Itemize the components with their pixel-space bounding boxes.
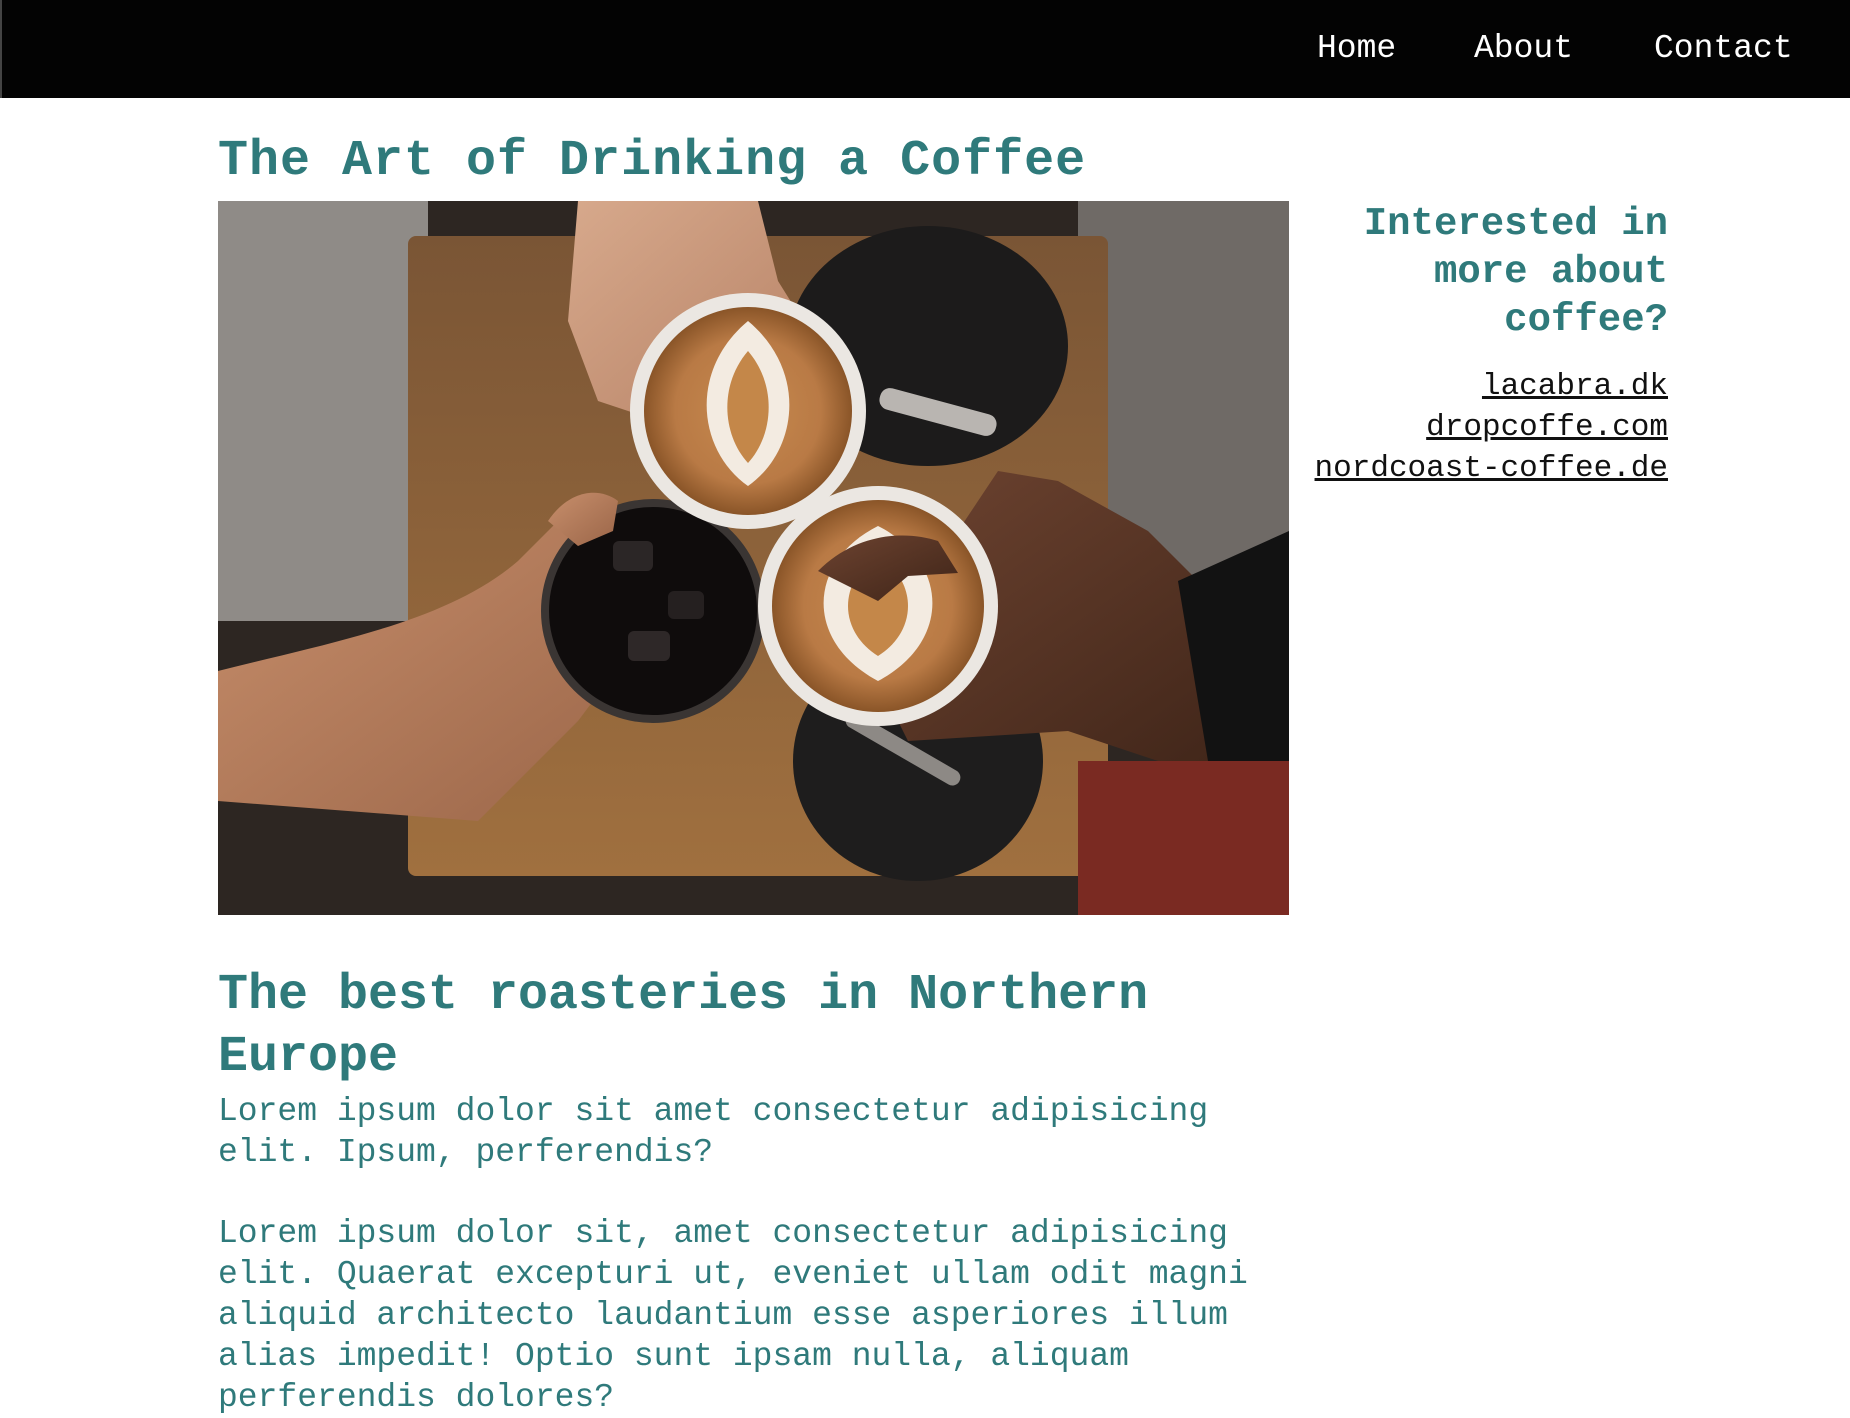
section-title: The best roasteries in Northern Europe: [218, 967, 1149, 1086]
coffee-cheers-illustration: [218, 201, 1289, 915]
sidebar-heading: Interested in more about coffee?: [1363, 202, 1668, 342]
nav-link-about[interactable]: About: [1474, 26, 1573, 72]
nav-link-contact[interactable]: Contact: [1654, 26, 1793, 72]
sidebar-link-nordcoast[interactable]: nordcoast-coffee.de: [1290, 448, 1668, 489]
sidebar-link-lacabra[interactable]: lacabra.dk: [1290, 366, 1668, 407]
sidebar: Interested in more about coffee? lacabra…: [1290, 200, 1668, 489]
page-title: The Art of Drinking a Coffee: [218, 133, 1087, 190]
top-navbar: Home About Contact: [0, 0, 1850, 98]
intro-paragraph: Lorem ipsum dolor sit amet consectetur a…: [218, 1093, 1209, 1171]
nav-link-home[interactable]: Home: [1317, 26, 1396, 72]
hero-image-coffee-cheers: [218, 201, 1289, 915]
sidebar-link-list: lacabra.dk dropcoffe.com nordcoast-coffe…: [1290, 366, 1668, 489]
body-paragraph: Lorem ipsum dolor sit, amet consectetur …: [218, 1215, 1248, 1416]
sidebar-link-dropcoffe[interactable]: dropcoffe.com: [1290, 407, 1668, 448]
